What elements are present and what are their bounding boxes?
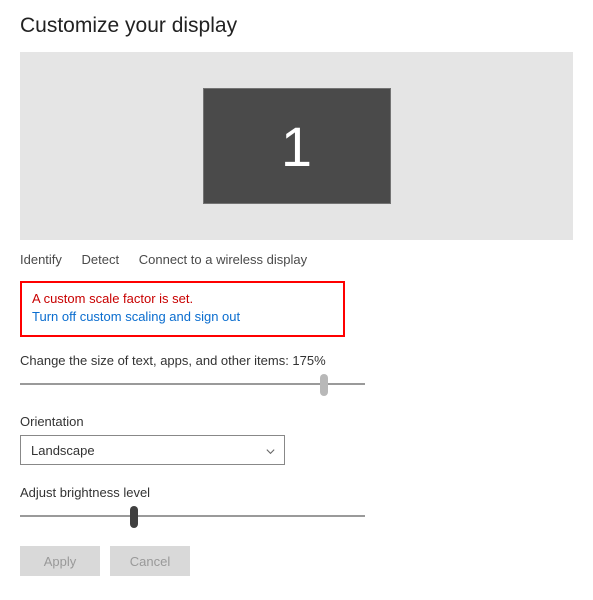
warning-message: A custom scale factor is set. [32, 290, 333, 308]
monitor-tile[interactable]: 1 [203, 88, 391, 204]
slider-thumb[interactable] [130, 506, 138, 528]
orientation-select[interactable]: Landscape [20, 435, 285, 465]
turn-off-scaling-link[interactable]: Turn off custom scaling and sign out [32, 308, 333, 326]
orientation-label: Orientation [20, 414, 573, 429]
apply-button[interactable]: Apply [20, 546, 100, 576]
page-title: Customize your display [20, 14, 573, 38]
slider-track-line [20, 383, 365, 385]
custom-scale-warning: A custom scale factor is set. Turn off c… [20, 281, 345, 337]
display-actions: Identify Detect Connect to a wireless di… [20, 252, 573, 267]
orientation-value: Landscape [31, 443, 95, 458]
identify-link[interactable]: Identify [20, 252, 62, 267]
cancel-button[interactable]: Cancel [110, 546, 190, 576]
button-row: Apply Cancel [20, 546, 573, 576]
slider-track-line [20, 515, 365, 517]
text-size-slider[interactable] [20, 374, 365, 396]
chevron-down-icon [265, 445, 276, 456]
monitor-number: 1 [281, 114, 312, 179]
detect-link[interactable]: Detect [82, 252, 120, 267]
text-size-label: Change the size of text, apps, and other… [20, 353, 573, 368]
wireless-display-link[interactable]: Connect to a wireless display [139, 252, 307, 267]
brightness-slider[interactable] [20, 506, 365, 528]
slider-thumb[interactable] [320, 374, 328, 396]
brightness-label: Adjust brightness level [20, 485, 573, 500]
display-preview: 1 [20, 52, 573, 240]
